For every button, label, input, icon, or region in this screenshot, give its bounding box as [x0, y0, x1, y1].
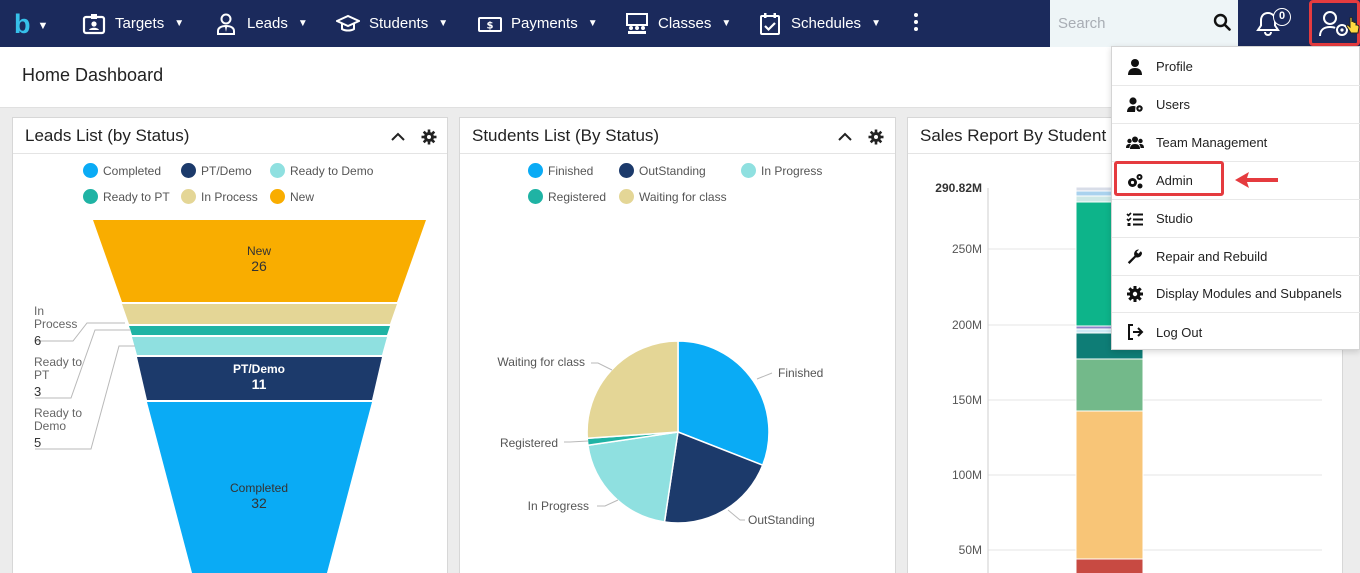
user-tie-icon — [217, 13, 235, 35]
funnel-value: 32 — [251, 495, 267, 511]
funnel-outer-label: PT — [34, 368, 50, 382]
classroom-icon — [626, 12, 648, 34]
funnel-outer-label: Demo — [34, 419, 66, 433]
funnel-outer-value: 5 — [34, 435, 41, 450]
notifications-button[interactable]: 0 — [1253, 8, 1293, 40]
menu-item-profile[interactable]: Profile — [1112, 48, 1360, 86]
leader-line — [756, 372, 773, 380]
search-input[interactable] — [1050, 0, 1210, 47]
menu-item-users[interactable]: Users — [1112, 86, 1360, 124]
user-dropdown-menu: Profile Users Team Management Admin Stud… — [1111, 46, 1360, 350]
funnel-outer-label: In — [34, 304, 44, 318]
pie-label: Registered — [500, 436, 558, 450]
nav-label: Schedules — [791, 15, 862, 32]
menu-item-log-out[interactable]: Log Out — [1112, 313, 1360, 351]
nav-label: Payments — [511, 15, 578, 32]
leader-line — [727, 509, 745, 521]
nav-leads[interactable]: Leads ▼ — [214, 0, 308, 47]
chevron-down-icon: ▼ — [721, 18, 732, 29]
nav-label: Leads — [247, 15, 288, 32]
funnel-outer-label: Ready to — [34, 406, 82, 420]
graduation-cap-icon — [336, 14, 360, 31]
funnel-outer-value: 6 — [34, 333, 41, 348]
list-check-icon — [1126, 211, 1143, 226]
logo-icon: b — [14, 8, 31, 39]
wrench-icon — [1127, 248, 1142, 264]
menu-item-team-management[interactable]: Team Management — [1112, 124, 1360, 162]
pie-label: Finished — [778, 366, 823, 380]
users-icon — [1126, 136, 1144, 149]
leader-line — [591, 362, 613, 371]
menu-item-studio[interactable]: Studio — [1112, 200, 1360, 238]
funnel-chart: New 26 PT/Demo 11 Completed 32 In Proces… — [34, 220, 426, 573]
notification-count-badge: 0 — [1273, 8, 1291, 26]
funnel-outer-label: Process — [34, 317, 77, 331]
axis-tick-label: 200M — [952, 318, 982, 332]
nav-label: Students — [369, 15, 429, 32]
user-settings-button[interactable] — [1309, 0, 1360, 46]
students-panel: Students List (By Status) Finished OutSt… — [459, 117, 896, 573]
chevron-down-icon: ▼ — [174, 18, 185, 29]
app-logo[interactable]: b ▼ — [14, 10, 60, 38]
chevron-down-icon: ▼ — [297, 18, 308, 29]
funnel-label: Completed — [230, 481, 288, 495]
money-bill-icon: $ — [478, 16, 502, 32]
funnel-segment-in-process — [122, 304, 397, 324]
pie-chart: Finished OutStanding In Progress Registe… — [497, 340, 823, 527]
pie-label: Waiting for class — [497, 355, 585, 369]
id-card-icon — [82, 13, 106, 34]
search-icon[interactable] — [1213, 13, 1231, 31]
nav-label: Targets — [115, 15, 165, 32]
leader-line — [564, 440, 589, 443]
chevron-down-icon: ▼ — [871, 18, 881, 29]
page-title: Home Dashboard — [22, 65, 164, 85]
svg-text:$: $ — [487, 20, 494, 31]
gear-icon — [1127, 285, 1143, 302]
hand-pointer-icon — [1346, 17, 1360, 34]
top-navbar: b ▼ Targets ▼ Leads ▼ Students ▼ $ Payme… — [0, 0, 1360, 47]
axis-tick-label: 50M — [959, 543, 982, 557]
funnel-label: PT/Demo — [233, 362, 285, 376]
funnel-outer-label: Ready to — [34, 355, 82, 369]
nav-classes[interactable]: Classes ▼ — [625, 0, 731, 47]
axis-tick-label: 250M — [952, 242, 982, 256]
funnel-value: 26 — [251, 258, 267, 274]
admin-highlight-box — [1114, 161, 1224, 196]
user-icon — [1128, 58, 1142, 75]
pie-label: In Progress — [528, 499, 589, 513]
leads-panel: Leads List (by Status) Completed PT/Demo… — [12, 117, 448, 573]
calendar-check-icon — [760, 12, 780, 35]
nav-targets[interactable]: Targets ▼ — [82, 0, 184, 47]
axis-tick-label: 150M — [952, 393, 982, 407]
axis-tick-label: 290.82M — [935, 181, 982, 195]
arrow-left-icon — [1235, 172, 1278, 188]
funnel-outer-value: 3 — [34, 384, 41, 399]
more-menu-icon[interactable] — [912, 13, 920, 33]
nav-students[interactable]: Students ▼ — [336, 0, 448, 47]
pie-label: OutStanding — [748, 513, 815, 527]
pie-slice-waiting — [586, 340, 679, 440]
pie-slice-in-progress — [587, 431, 679, 523]
funnel-segment-ready-to-demo — [132, 337, 387, 355]
nav-label: Classes — [658, 15, 712, 32]
sign-out-icon — [1128, 324, 1144, 340]
funnel-value: 11 — [252, 376, 267, 392]
axis-tick-label: 100M — [952, 468, 982, 482]
menu-item-repair-and-rebuild[interactable]: Repair and Rebuild — [1112, 238, 1360, 276]
chevron-down-icon: ▼ — [37, 20, 49, 32]
user-gear-icon — [1127, 96, 1143, 112]
nav-payments[interactable]: $ Payments ▼ — [478, 0, 598, 47]
nav-schedules[interactable]: Schedules ▼ — [758, 0, 881, 47]
chevron-down-icon: ▼ — [438, 18, 449, 29]
menu-item-display-modules[interactable]: Display Modules and Subpanels — [1112, 275, 1360, 313]
search-box — [1050, 0, 1238, 47]
leader-line — [597, 499, 619, 507]
chevron-down-icon: ▼ — [587, 18, 598, 29]
funnel-segment-ready-to-pt — [129, 326, 390, 335]
funnel-label: New — [247, 244, 271, 258]
